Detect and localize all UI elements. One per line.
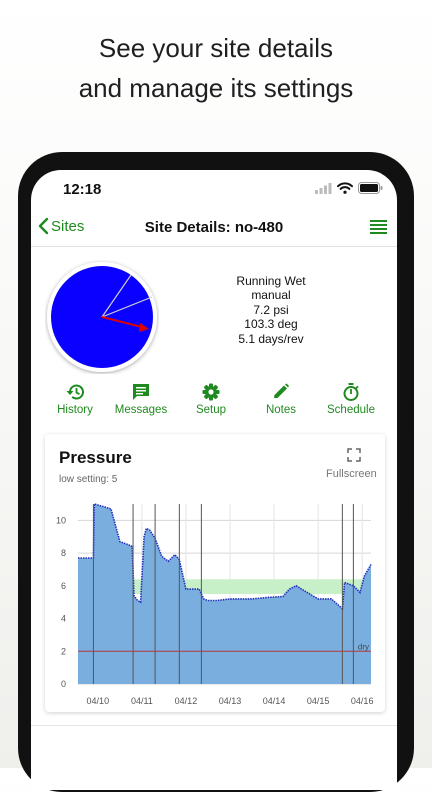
setup-label: Setup	[195, 404, 227, 416]
chart-x-tick-label: 04/14	[263, 696, 286, 706]
history-button[interactable]: History	[39, 383, 111, 416]
messages-button[interactable]: Messages	[105, 383, 177, 416]
chart-y-tick-label: 8	[61, 548, 66, 558]
action-bar: History Messages Setup Notes Schedule	[39, 383, 389, 423]
chart-reference-label: dry	[358, 642, 369, 651]
notes-button[interactable]: Notes	[245, 383, 317, 416]
gear-icon	[202, 383, 220, 401]
chart-x-tick-label: 04/13	[219, 696, 242, 706]
status-pressure: 7.2 psi	[253, 302, 289, 317]
pencil-icon	[274, 383, 289, 398]
wifi-icon	[337, 182, 353, 194]
signal-icon	[315, 182, 332, 194]
chart-y-tick-label: 6	[61, 581, 66, 591]
chart-x-tick-label: 04/12	[175, 696, 198, 706]
chart-subtitle: low setting: 5	[59, 474, 118, 485]
chart-y-tick-label: 2	[61, 646, 66, 656]
schedule-label: Schedule	[327, 404, 375, 416]
setup-button[interactable]: Setup	[175, 383, 247, 416]
status-angle: 103.3 deg	[244, 317, 298, 332]
status-state: Running Wet	[236, 274, 306, 288]
pressure-card: Pressure low setting: 5 Fullscreen 0 2 4 6 8…	[45, 434, 385, 712]
fullscreen-button[interactable]: Fullscreen	[326, 468, 377, 480]
rotation-gauge	[47, 262, 157, 372]
chart-y-tick-label: 10	[56, 515, 66, 525]
battery-icon	[358, 182, 383, 194]
history-label: History	[57, 404, 93, 416]
chart-y-tick-label: 0	[61, 679, 66, 689]
chart-x-tick-label: 04/10	[87, 696, 110, 706]
section-divider	[31, 725, 397, 726]
messages-label: Messages	[114, 404, 168, 416]
status-mode: manual	[251, 288, 291, 303]
pressure-chart: 0 2 4 6 8 10 dry 04/10 04/11 04/12 04/13 04/14 04/15…	[56, 502, 374, 706]
promo-line-2: and manage its settings	[78, 73, 354, 103]
nav-bar: Sites Site Details: no-480	[31, 210, 397, 247]
promo-headline: See your site details and manage its set…	[0, 28, 432, 108]
chart-x-tick-label: 04/16	[351, 696, 374, 706]
chart-y-tick-label: 4	[61, 614, 66, 624]
phone-side-button	[408, 418, 414, 468]
chart-title: Pressure	[59, 448, 132, 467]
message-icon	[133, 384, 149, 400]
fullscreen-icon[interactable]	[347, 448, 361, 462]
history-icon	[66, 384, 84, 400]
notes-label: Notes	[265, 404, 297, 416]
page-title: Site Details: no-480	[144, 219, 284, 236]
menu-icon[interactable]	[370, 220, 387, 234]
chart-x-tick-label: 04/11	[131, 696, 153, 706]
status-time: 12:18	[63, 181, 102, 198]
status-bar: 12:18	[31, 170, 397, 210]
chevron-left-icon	[38, 217, 49, 235]
status-rate: 5.1 days/rev	[238, 331, 304, 346]
phone-side-button	[408, 296, 414, 324]
phone-side-button	[408, 356, 414, 406]
promo-line-1: See your site details	[98, 33, 334, 63]
back-button[interactable]: Sites	[37, 217, 84, 235]
status-icons	[315, 182, 383, 194]
stopwatch-icon	[343, 383, 359, 401]
site-status: Running Wet manual 7.2 psi 103.3 deg 5.1…	[211, 274, 331, 346]
back-label: Sites	[51, 217, 85, 235]
app-screen: 12:18 Sites Site Details: no-480 Running…	[31, 170, 397, 790]
chart-x-tick-label: 04/15	[307, 696, 330, 706]
schedule-button[interactable]: Schedule	[315, 383, 387, 416]
